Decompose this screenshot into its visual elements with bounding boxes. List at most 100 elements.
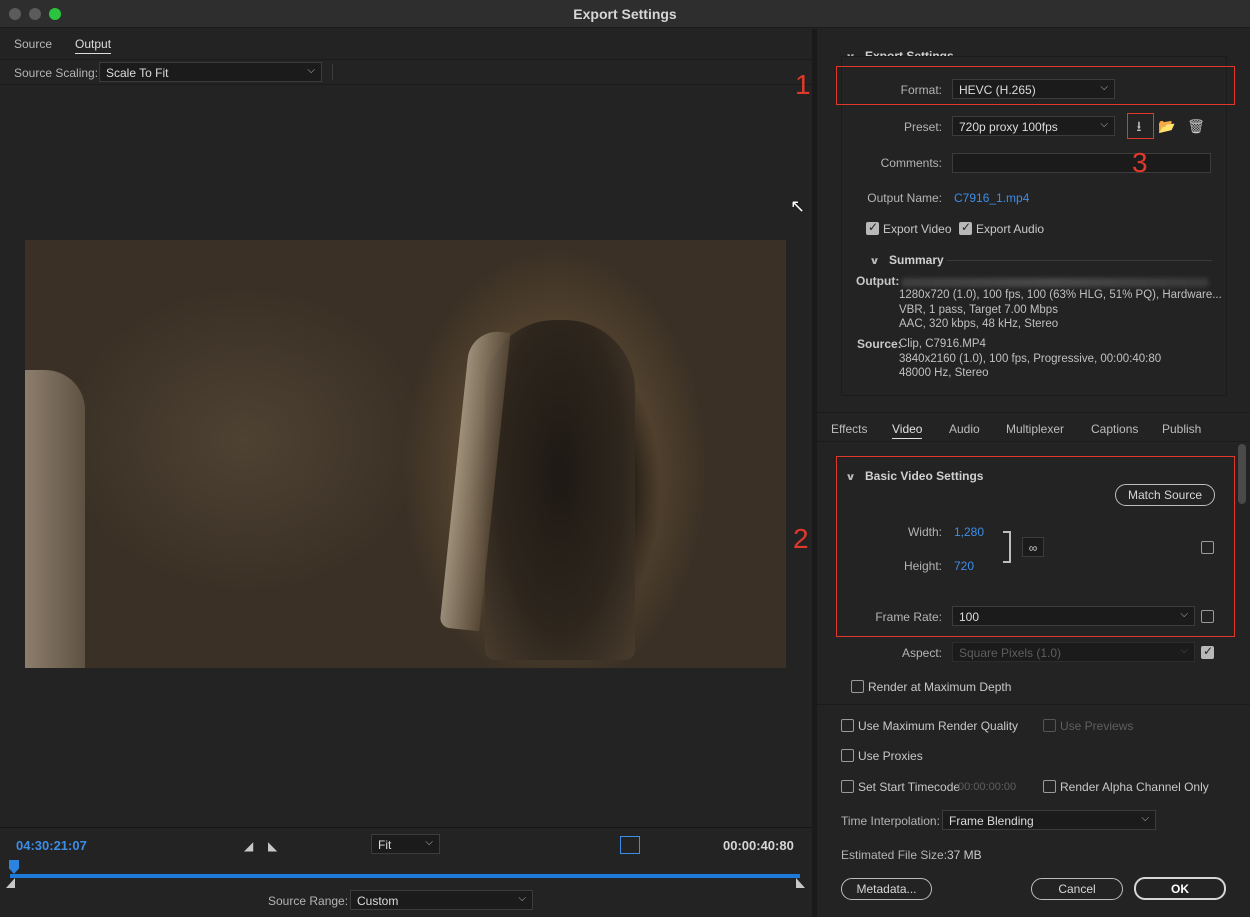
annotation-number-2: 2 bbox=[793, 523, 809, 554]
use-proxies-label[interactable]: Use Proxies bbox=[858, 749, 923, 763]
chevron-down-icon: ⌵ bbox=[307, 65, 315, 76]
annotation-number-3: 3 bbox=[1132, 147, 1148, 178]
frame-rate-dropdown[interactable]: 100 ⌵ bbox=[952, 606, 1195, 626]
aspect-override-checkbox[interactable] bbox=[1201, 644, 1214, 659]
link-dimensions-icon[interactable]: ∞ bbox=[1022, 537, 1044, 557]
summary-output-details: 1280x720 (1.0), 100 fps, 100 (63% HLG, 5… bbox=[899, 289, 1222, 330]
chevron-down-icon: ⌵ bbox=[1180, 609, 1188, 620]
frame-rate-value: 100 bbox=[959, 610, 980, 624]
comments-label: Comments: bbox=[880, 156, 942, 170]
ok-button[interactable]: OK bbox=[1134, 877, 1226, 900]
use-max-render-quality-label[interactable]: Use Maximum Render Quality bbox=[858, 719, 1018, 733]
mark-in-icon[interactable]: ◢ bbox=[244, 839, 253, 853]
preset-value: 720p proxy 100fps bbox=[959, 120, 1058, 134]
height-value[interactable]: 720 bbox=[954, 559, 974, 573]
use-previews-checkbox[interactable] bbox=[1043, 719, 1056, 732]
out-point-handle[interactable] bbox=[796, 878, 805, 888]
source-scaling-dropdown[interactable]: Scale To Fit ⌵ bbox=[99, 62, 322, 82]
playhead-handle[interactable] bbox=[9, 860, 19, 874]
tab-captions[interactable]: Captions bbox=[1091, 422, 1138, 436]
aspect-value: Square Pixels (1.0) bbox=[959, 646, 1062, 660]
tab-video[interactable]: Video bbox=[892, 422, 923, 439]
tab-publish[interactable]: Publish bbox=[1162, 422, 1201, 436]
chevron-down-icon: ⌵ bbox=[425, 837, 433, 848]
redacted-output-path bbox=[901, 278, 1209, 287]
window-title: Export Settings bbox=[573, 6, 677, 22]
use-max-render-quality-checkbox[interactable] bbox=[841, 719, 854, 732]
source-scaling-label: Source Scaling: bbox=[14, 66, 99, 80]
use-previews-label[interactable]: Use Previews bbox=[1060, 719, 1133, 733]
zoom-value: Fit bbox=[378, 838, 392, 852]
render-max-depth-checkbox[interactable] bbox=[851, 680, 864, 693]
basic-video-heading[interactable]: ∨ Basic Video Settings bbox=[845, 469, 983, 483]
export-audio-label[interactable]: Export Audio bbox=[976, 222, 1044, 236]
match-source-button[interactable]: Match Source bbox=[1115, 484, 1215, 506]
source-range-value: Custom bbox=[357, 894, 399, 908]
tab-effects[interactable]: Effects bbox=[831, 422, 867, 436]
summary-divider bbox=[947, 260, 1212, 261]
set-start-timecode-label[interactable]: Set Start Timecode bbox=[858, 780, 960, 794]
export-video-label[interactable]: Export Video bbox=[883, 222, 952, 236]
preset-label: Preset: bbox=[903, 120, 942, 134]
chevron-down-icon: ∨ bbox=[845, 472, 856, 483]
render-alpha-only-checkbox[interactable] bbox=[1043, 780, 1056, 793]
summary-heading[interactable]: ∨ Summary bbox=[869, 253, 944, 267]
set-start-timecode-checkbox[interactable] bbox=[841, 780, 854, 793]
width-value[interactable]: 1,280 bbox=[954, 525, 984, 539]
use-proxies-checkbox[interactable] bbox=[841, 749, 854, 762]
height-label: Height: bbox=[903, 559, 942, 573]
frame-rate-override-checkbox[interactable] bbox=[1201, 610, 1214, 623]
tab-source[interactable]: Source bbox=[14, 37, 52, 51]
output-name-label: Output Name: bbox=[867, 191, 942, 205]
bottom-divider bbox=[817, 704, 1250, 705]
export-video-checkbox[interactable] bbox=[866, 220, 879, 235]
preset-dropdown[interactable]: 720p proxy 100fps ⌵ bbox=[952, 116, 1115, 136]
render-alpha-only-label[interactable]: Render Alpha Channel Only bbox=[1060, 780, 1209, 794]
import-preset-icon[interactable]: 📂 bbox=[1156, 116, 1178, 136]
preview-rock-left bbox=[25, 370, 85, 668]
tab-output[interactable]: Output bbox=[75, 37, 112, 54]
link-bracket bbox=[1003, 531, 1011, 563]
chevron-down-icon: ⌵ bbox=[1141, 813, 1149, 824]
in-point-handle[interactable] bbox=[6, 878, 15, 888]
width-height-override-checkbox[interactable] bbox=[1201, 541, 1214, 554]
time-interpolation-dropdown[interactable]: Frame Blending ⌵ bbox=[942, 810, 1156, 830]
metadata-button[interactable]: Metadata... bbox=[841, 878, 932, 900]
preview-tabs: Source Output bbox=[0, 29, 812, 59]
source-range-dropdown[interactable]: Custom ⌵ bbox=[350, 890, 533, 910]
source-scaling-row: Source Scaling: Scale To Fit ⌵ bbox=[0, 59, 812, 85]
estimated-file-size-label: Estimated File Size: bbox=[841, 848, 948, 862]
start-timecode-value[interactable]: 00:00:00:00 bbox=[958, 781, 1016, 793]
zoom-dropdown[interactable]: Fit ⌵ bbox=[371, 834, 440, 854]
tab-multiplexer[interactable]: Multiplexer bbox=[1006, 422, 1064, 436]
settings-tabs: Effects Video Audio Multiplexer Captions… bbox=[817, 412, 1250, 442]
aspect-dropdown[interactable]: Square Pixels (1.0) ⌵ bbox=[952, 642, 1195, 662]
time-interpolation-label: Time Interpolation: bbox=[841, 814, 940, 828]
divider bbox=[332, 64, 333, 80]
annotation-number-1: 1 bbox=[795, 69, 811, 100]
chevron-down-icon: ⌵ bbox=[518, 893, 526, 904]
summary-source-label: Source: bbox=[857, 337, 902, 351]
annotation-box-3 bbox=[1127, 113, 1154, 139]
cancel-button[interactable]: Cancel bbox=[1031, 878, 1123, 900]
tab-audio[interactable]: Audio bbox=[949, 422, 980, 436]
export-audio-checkbox[interactable] bbox=[959, 220, 972, 235]
comments-input[interactable] bbox=[952, 153, 1211, 173]
frame-rate-label: Frame Rate: bbox=[875, 610, 942, 624]
summary-output-label: Output: bbox=[856, 274, 900, 288]
timeline-scrubber[interactable] bbox=[10, 874, 800, 878]
estimated-file-size-value: 37 MB bbox=[947, 848, 982, 862]
current-timecode[interactable]: 04:30:21:07 bbox=[16, 838, 87, 853]
transport-bar: 04:30:21:07 ◢ ◣ Fit ⌵ 00:00:40:80 Source… bbox=[0, 827, 812, 917]
delete-preset-icon[interactable]: 🗑 bbox=[1185, 116, 1207, 136]
output-name-link[interactable]: C7916_1.mp4 bbox=[954, 191, 1029, 205]
chevron-down-icon: ∨ bbox=[869, 256, 880, 267]
duration-timecode: 00:00:40:80 bbox=[723, 838, 794, 853]
summary-source-details: Clip, C7916.MP4 3840x2160 (1.0), 100 fps… bbox=[899, 338, 1162, 379]
render-max-depth-label[interactable]: Render at Maximum Depth bbox=[868, 680, 1011, 694]
mark-out-icon[interactable]: ◣ bbox=[268, 839, 277, 853]
aspect-correction-icon[interactable] bbox=[620, 836, 640, 854]
settings-scrollbar[interactable] bbox=[1238, 444, 1246, 504]
mouse-cursor-icon: ↖ bbox=[790, 196, 806, 216]
title-bar: Export Settings bbox=[0, 0, 1250, 28]
